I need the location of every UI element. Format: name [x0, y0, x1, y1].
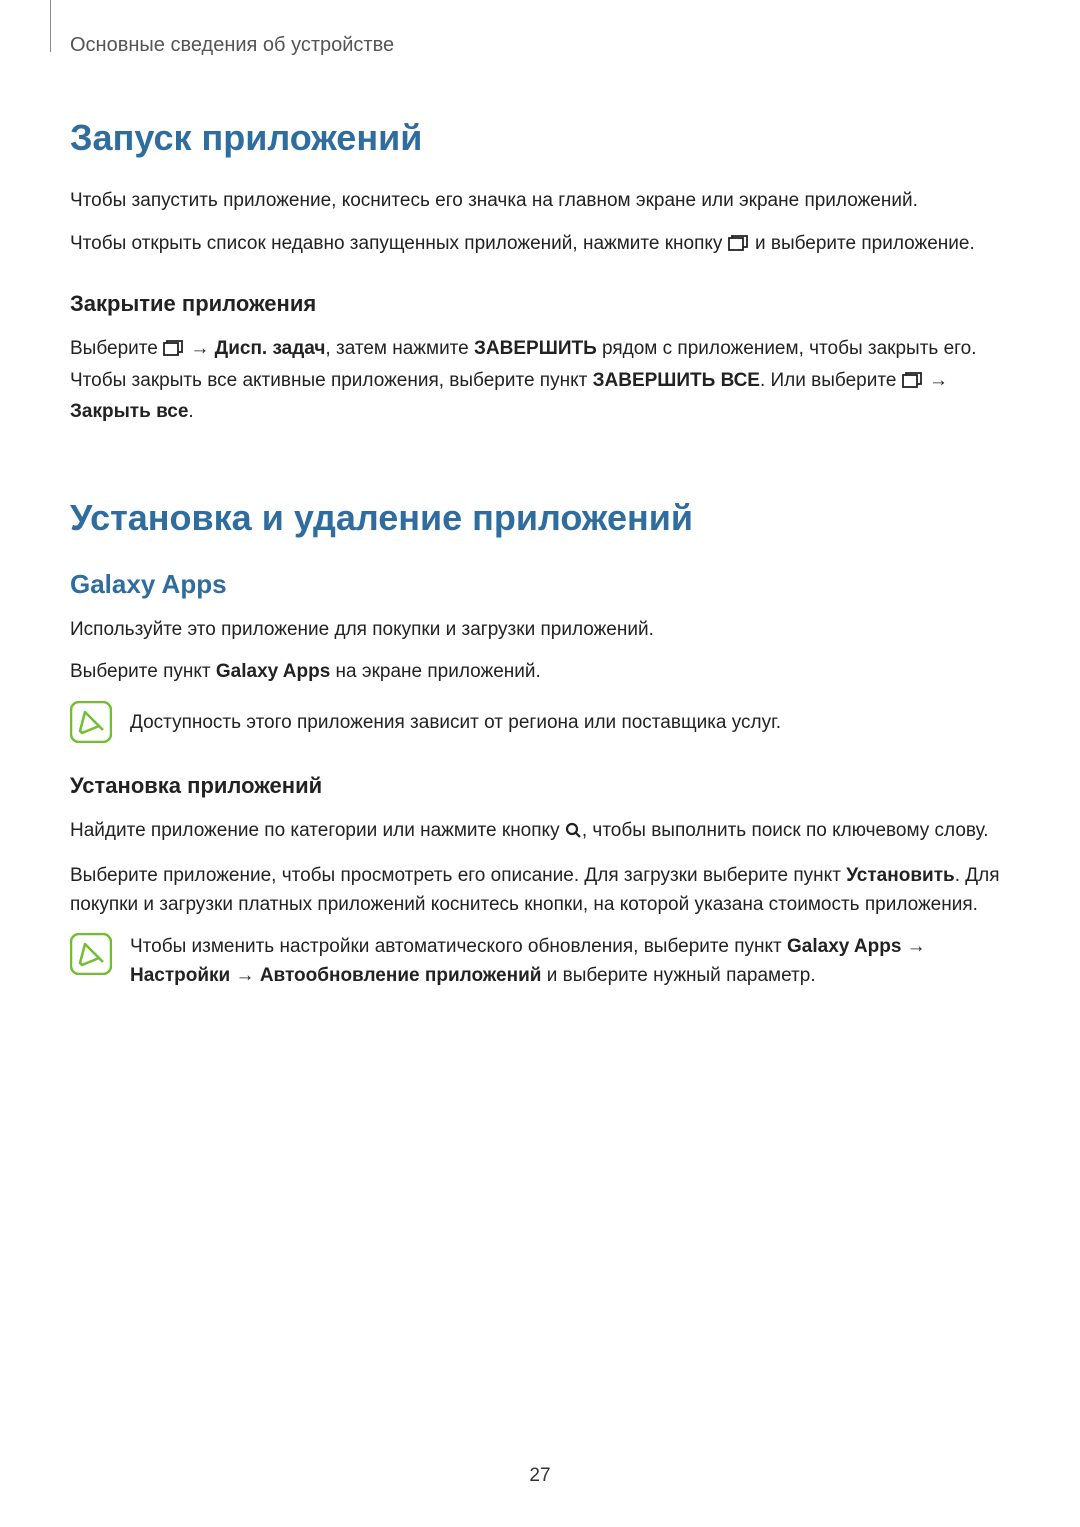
note-text: Чтобы изменить настройки автоматического…	[130, 933, 1010, 990]
note-block: Доступность этого приложения зависит от …	[70, 701, 1010, 743]
text: и выберите нужный параметр.	[541, 965, 815, 986]
text-bold: Galaxy Apps	[787, 936, 901, 957]
text-bold: Автообновление приложений	[260, 965, 542, 986]
text: Найдите приложение по категории или нажм…	[70, 820, 565, 841]
note-icon	[70, 701, 112, 743]
text-bold: ЗАВЕРШИТЬ	[474, 338, 597, 359]
text-bold: Galaxy Apps	[216, 661, 330, 682]
paragraph: Выберите приложение, чтобы просмотреть е…	[70, 862, 1010, 919]
text: →	[185, 338, 215, 359]
text-bold: Установить	[846, 865, 955, 886]
recent-apps-icon	[163, 338, 185, 367]
paragraph: Выберите → Дисп. задач, затем нажмите ЗА…	[70, 335, 1010, 427]
text-bold: Закрыть все	[70, 401, 188, 422]
paragraph: Чтобы запустить приложение, коснитесь ег…	[70, 187, 1010, 216]
section-heading-launch-apps: Запуск приложений	[70, 117, 1010, 159]
text: Чтобы изменить настройки автоматического…	[130, 936, 787, 957]
document-page: Основные сведения об устройстве Запуск п…	[0, 0, 1080, 990]
text-bold: Настройки	[130, 965, 230, 986]
text: и выберите приложение.	[750, 233, 975, 254]
note-icon	[70, 933, 112, 975]
text: , затем нажмите	[325, 338, 474, 359]
note-block: Чтобы изменить настройки автоматического…	[70, 933, 1010, 990]
page-number: 27	[0, 1465, 1080, 1487]
subsection-heading-install-apps: Установка приложений	[70, 773, 1010, 799]
recent-apps-icon	[728, 233, 750, 262]
page-header: Основные сведения об устройстве	[70, 34, 1010, 57]
paragraph: Выберите пункт Galaxy Apps на экране при…	[70, 658, 1010, 687]
text: Чтобы открыть список недавно запущенных …	[70, 233, 728, 254]
subsection-heading-galaxy-apps: Galaxy Apps	[70, 569, 1010, 600]
section-heading-install-remove-apps: Установка и удаление приложений	[70, 497, 1010, 539]
text: →	[230, 965, 260, 986]
subsection-heading-close-app: Закрытие приложения	[70, 291, 1010, 317]
text: Выберите приложение, чтобы просмотреть е…	[70, 865, 846, 886]
text: Выберите пункт	[70, 661, 216, 682]
paragraph: Найдите приложение по категории или нажм…	[70, 817, 1010, 849]
text: , чтобы выполнить поиск по ключевому сло…	[582, 820, 989, 841]
paragraph: Используйте это приложение для покупки и…	[70, 616, 1010, 645]
search-icon	[565, 820, 582, 849]
text: →	[901, 936, 925, 957]
text: Выберите	[70, 338, 163, 359]
text: →	[924, 370, 948, 391]
paragraph: Чтобы открыть список недавно запущенных …	[70, 230, 1010, 262]
text-bold: ЗАВЕРШИТЬ ВСЕ	[593, 370, 760, 391]
text-bold: Дисп. задач	[215, 338, 326, 359]
text: .	[188, 401, 193, 422]
text: . Или выберите	[760, 370, 902, 391]
note-text: Доступность этого приложения зависит от …	[130, 701, 781, 738]
text: на экране приложений.	[330, 661, 541, 682]
recent-apps-icon	[902, 370, 924, 399]
